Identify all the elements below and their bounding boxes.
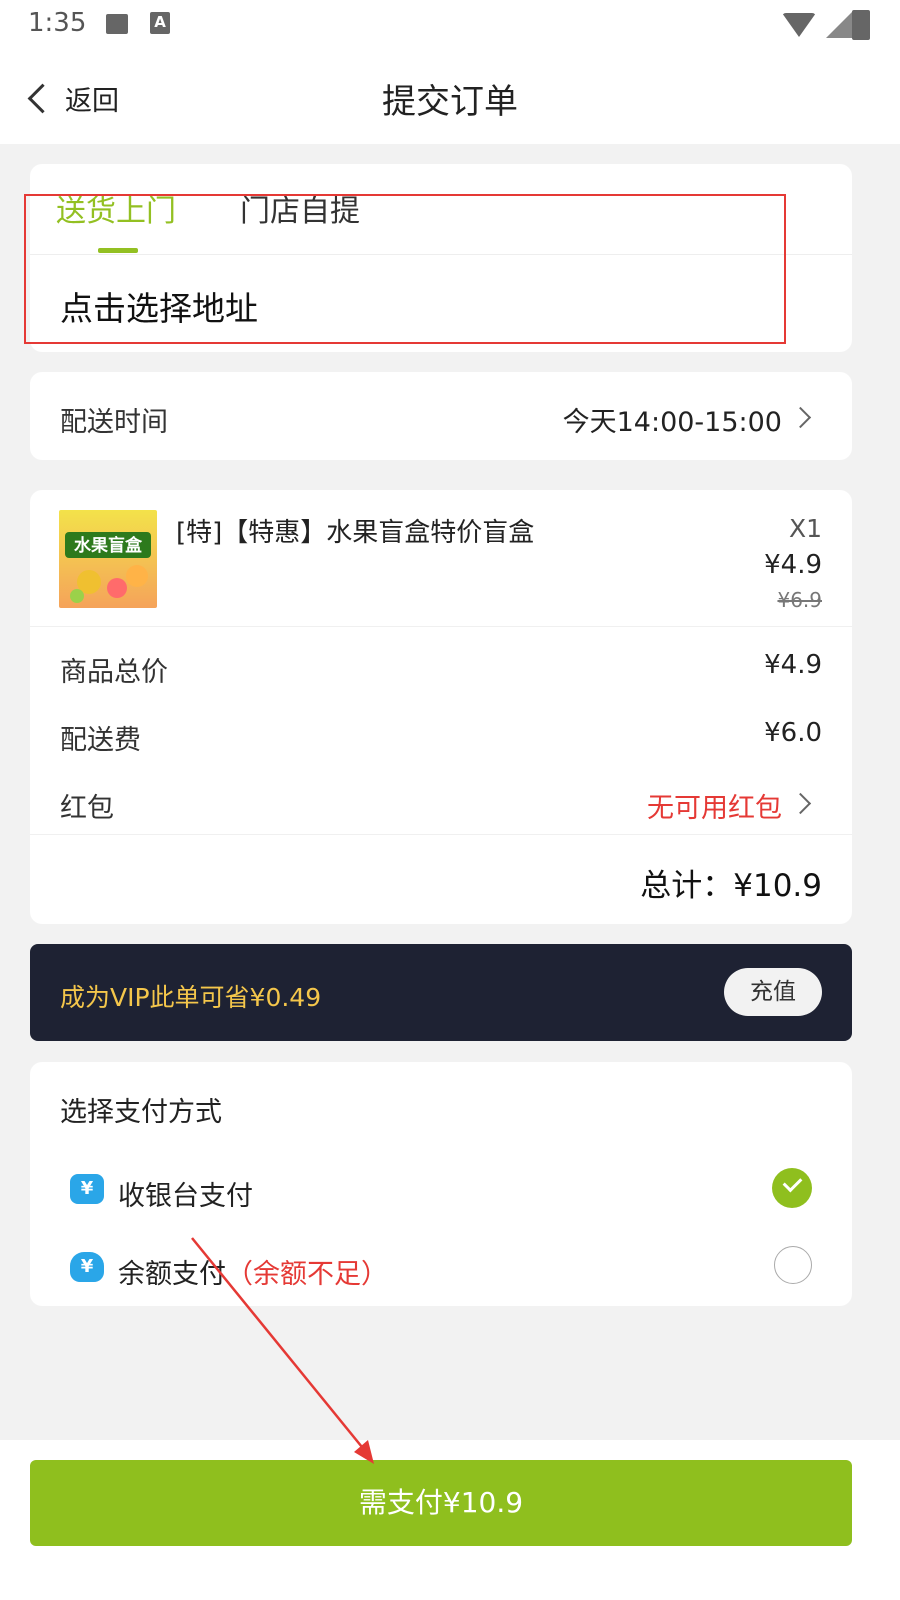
- product-name: [特]【特惠】水果盲盒特价盲盒: [176, 518, 535, 548]
- select-address-button[interactable]: 点击选择地址: [60, 282, 258, 330]
- payment-method-card: 选择支付方式 ¥ 收银台支付 ¥ 余额支付（余额不足）: [30, 1062, 852, 1306]
- product-original-price: ¥6.9: [777, 588, 822, 612]
- payment-option-cashier[interactable]: ¥ 收银台支付: [30, 1154, 852, 1224]
- thumbnail-caption: 水果盲盒: [74, 535, 143, 556]
- pay-button[interactable]: 需支付¥10.9: [30, 1460, 852, 1546]
- nav-header: 返回 提交订单: [0, 52, 900, 144]
- divider: [30, 626, 852, 627]
- product-quantity: X1: [788, 514, 822, 543]
- delivery-time-value: 今天14:00-15:00: [562, 407, 782, 438]
- payment-section-title: 选择支付方式: [60, 1097, 222, 1128]
- divider: [30, 254, 852, 255]
- red-packet-row[interactable]: 红包 无可用红包: [30, 770, 852, 830]
- unselected-radio[interactable]: [774, 1246, 812, 1284]
- order-summary-card: 水果盲盒 [特]【特惠】水果盲盒特价盲盒 X1 ¥4.9 ¥6.9 商品总价 ¥…: [30, 490, 852, 924]
- bottom-pay-bar: 需支付¥10.9: [0, 1440, 900, 1600]
- cashier-icon: ¥: [70, 1174, 104, 1204]
- subtotal-value: ¥4.9: [764, 650, 822, 680]
- image-icon: [106, 14, 128, 34]
- signal-icon: [826, 12, 852, 38]
- product-price: ¥4.9: [764, 550, 822, 580]
- active-tab-indicator: [98, 248, 138, 253]
- payment-option-label: 收银台支付: [118, 1181, 253, 1212]
- chevron-right-icon: [789, 406, 812, 429]
- divider: [30, 834, 852, 835]
- payment-option-label: 余额支付（余额不足）: [118, 1259, 388, 1290]
- selected-check-icon[interactable]: [772, 1168, 812, 1208]
- payment-option-balance[interactable]: ¥ 余额支付（余额不足）: [30, 1232, 852, 1302]
- tab-store-pickup[interactable]: 门店自提: [240, 186, 360, 230]
- recharge-button[interactable]: 充值: [724, 968, 822, 1016]
- delivery-fee-value: ¥6.0: [764, 718, 822, 748]
- insufficient-balance-note: （余额不足）: [226, 1259, 388, 1290]
- a-notification-icon: A: [150, 12, 170, 34]
- delivery-time-label: 配送时间: [60, 407, 168, 438]
- order-total: 总计：¥10.9: [640, 868, 822, 904]
- wifi-icon: [782, 13, 816, 37]
- page-title: 提交订单: [382, 82, 518, 122]
- tab-home-delivery[interactable]: 送货上门: [56, 186, 176, 230]
- status-time: 1:35: [28, 8, 87, 38]
- vip-banner: 成为VIP此单可省¥0.49 充值: [30, 944, 852, 1041]
- delivery-card: 送货上门 门店自提 点击选择地址: [30, 164, 852, 352]
- subtotal-label: 商品总价: [60, 657, 168, 688]
- battery-icon: [852, 10, 870, 40]
- delivery-time-row[interactable]: 配送时间 今天14:00-15:00: [30, 372, 852, 460]
- red-packet-label: 红包: [60, 793, 114, 824]
- product-thumbnail: 水果盲盒: [59, 510, 157, 608]
- vip-savings-text: 成为VIP此单可省¥0.49: [60, 983, 322, 1012]
- red-packet-value: 无可用红包: [647, 793, 782, 824]
- status-bar: 1:35 A: [0, 0, 900, 52]
- chevron-right-icon: [789, 792, 812, 815]
- money-bag-icon: ¥: [70, 1252, 104, 1282]
- delivery-fee-label: 配送费: [60, 725, 141, 756]
